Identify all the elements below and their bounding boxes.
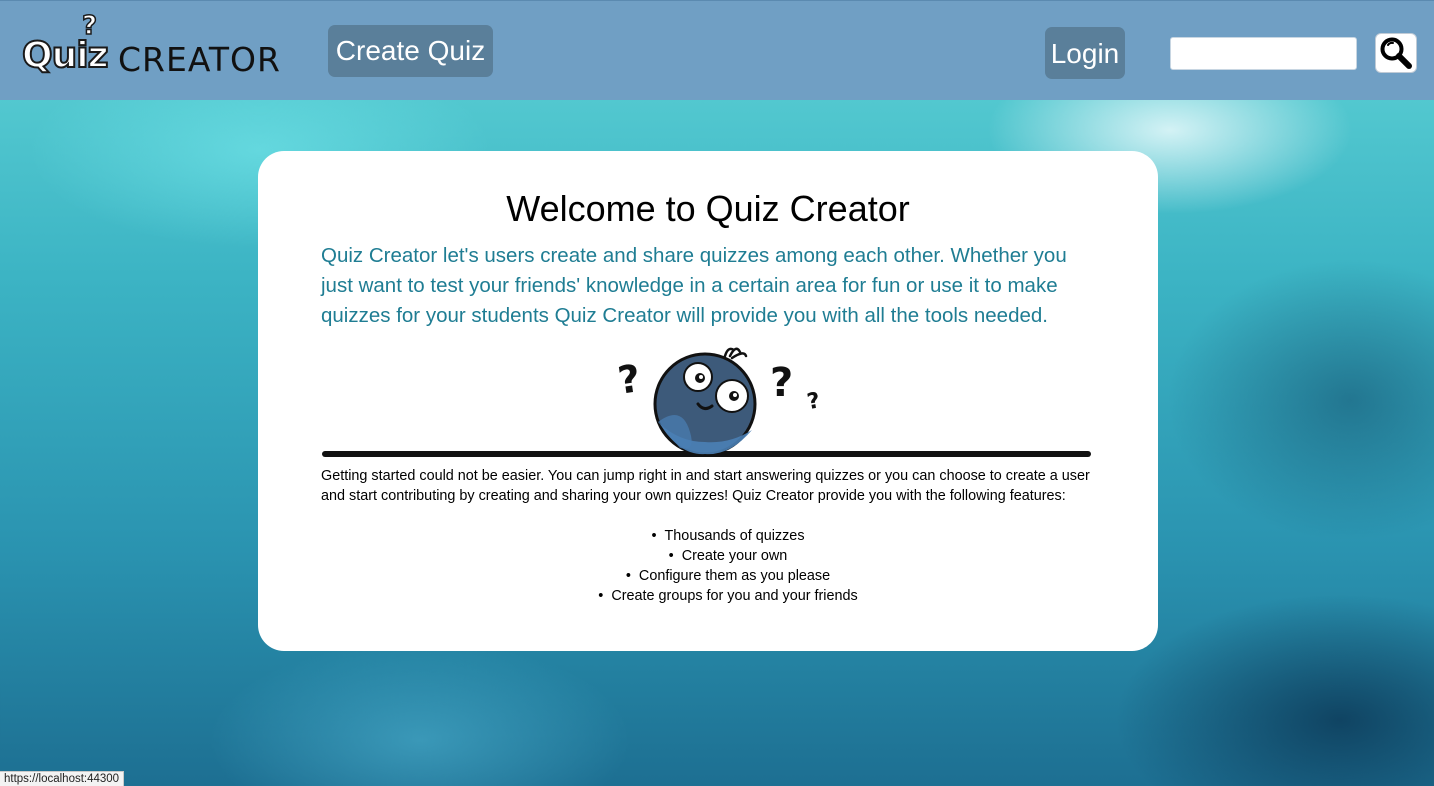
quiz-creator-logo[interactable]: ? Quiz CREATOR bbox=[21, 10, 282, 81]
list-item: Thousands of quizzes bbox=[258, 526, 1198, 546]
search-input[interactable] bbox=[1170, 37, 1357, 70]
browser-status-bar: https://localhost:44300 bbox=[0, 771, 125, 786]
svg-text:?: ? bbox=[805, 388, 822, 415]
intro-paragraph: Quiz Creator let's users create and shar… bbox=[321, 244, 1067, 327]
list-item: Configure them as you please bbox=[258, 566, 1198, 586]
page-title: Welcome to Quiz Creator bbox=[506, 188, 910, 229]
create-quiz-button[interactable]: Create Quiz bbox=[328, 25, 493, 77]
top-header: ? Quiz CREATOR Create Quiz Login bbox=[0, 0, 1434, 100]
logo-word-creator: CREATOR bbox=[118, 40, 281, 79]
logo-word-quiz: Quiz bbox=[21, 34, 110, 77]
list-item: Create groups for you and your friends bbox=[258, 586, 1198, 606]
getting-started-paragraph: Getting started could not be easier. You… bbox=[321, 468, 1090, 504]
list-item: Create your own bbox=[258, 546, 1198, 566]
magnifier-icon bbox=[1380, 37, 1412, 69]
svg-text:?: ? bbox=[770, 360, 793, 406]
features-list: Thousands of quizzes Create your own Con… bbox=[258, 526, 1198, 606]
login-button[interactable]: Login bbox=[1045, 27, 1125, 79]
confused-mascot-illustration: ? ? ? bbox=[322, 347, 1091, 457]
svg-text:?: ? bbox=[615, 356, 643, 403]
search-button[interactable] bbox=[1375, 33, 1417, 73]
